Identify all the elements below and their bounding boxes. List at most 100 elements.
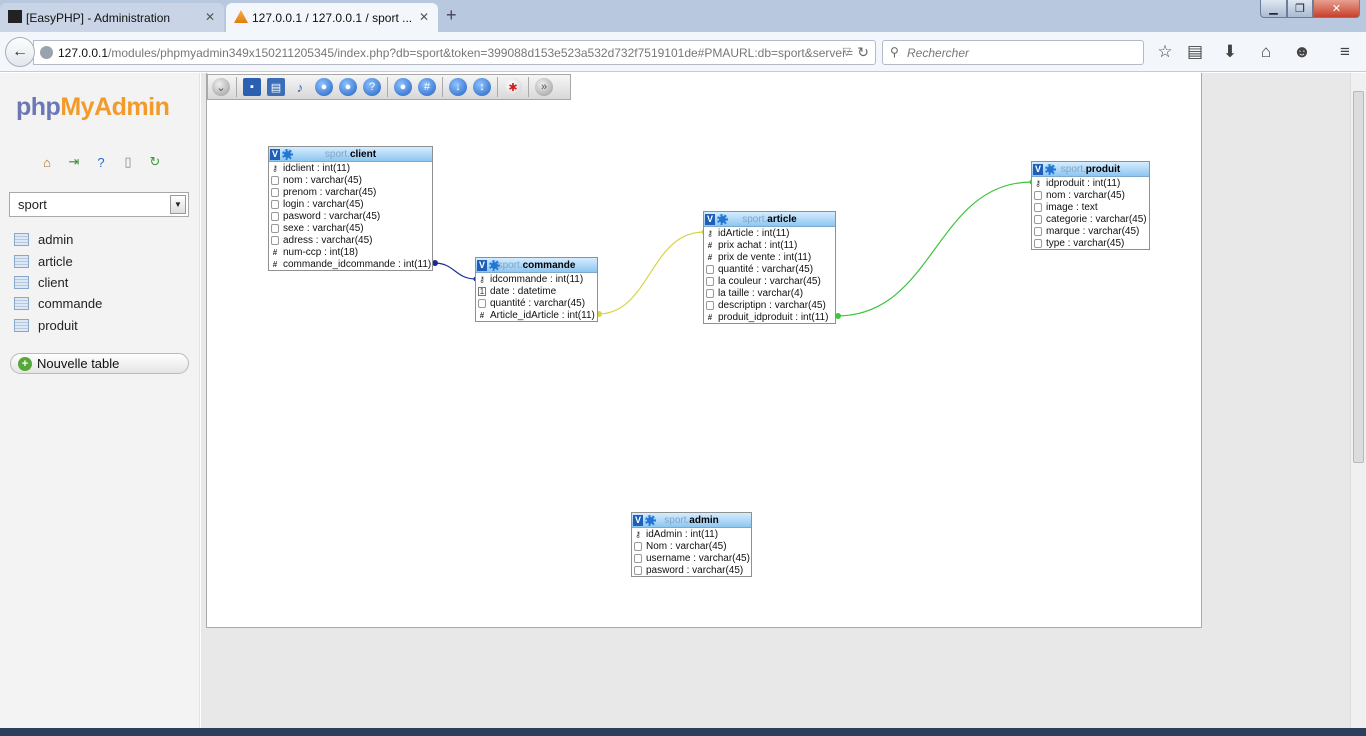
table-column[interactable]: sexe : varchar(45) <box>269 222 432 234</box>
table-column[interactable]: ⚷ idclient : int(11) <box>269 162 432 174</box>
social-smiley-icon[interactable]: ☻ <box>1291 42 1313 62</box>
sidebar-item-admin[interactable]: admin <box>14 229 102 250</box>
window-close-button[interactable]: ✕ <box>1313 0 1360 18</box>
text-column-icon <box>271 211 279 221</box>
table-header[interactable]: Vsport.commande <box>476 258 597 273</box>
menu-hamburger-icon[interactable]: ≡ <box>1334 42 1356 62</box>
table-header[interactable]: Vsport.article <box>704 212 835 227</box>
table-column[interactable]: nom : varchar(45) <box>269 174 432 186</box>
table-column[interactable]: marque : varchar(45) <box>1032 225 1149 237</box>
table-column[interactable]: la taille : varchar(4) <box>704 287 835 299</box>
table-header[interactable]: Vsport.admin <box>632 513 751 528</box>
numeric-column-icon: # <box>707 312 713 322</box>
toggle-small-big-icon[interactable]: ↕ <box>473 78 491 96</box>
scrollbar-thumb[interactable] <box>1353 91 1364 463</box>
toolbar-separator <box>497 77 498 97</box>
table-header[interactable]: Vsport.client <box>269 147 432 162</box>
help-icon[interactable]: ? <box>92 153 110 171</box>
table-column[interactable]: adress : varchar(45) <box>269 234 432 246</box>
table-column[interactable]: # Article_idArticle : int(11) <box>476 309 597 321</box>
numeric-column-icon: # <box>272 259 278 269</box>
documentation-icon[interactable]: ▯ <box>119 153 137 171</box>
table-column[interactable]: quantité : varchar(45) <box>704 263 835 275</box>
toggle-relation-lines-icon[interactable]: » <box>535 78 553 96</box>
snap-to-grid-icon[interactable]: # <box>418 78 436 96</box>
reload-icon[interactable]: ● <box>315 78 333 96</box>
table-column[interactable]: # prix de vente : int(11) <box>704 251 835 263</box>
sidebar-item-article[interactable]: article <box>14 250 102 271</box>
column-label: quantité : varchar(45) <box>490 297 586 309</box>
sidebar-item-client[interactable]: client <box>14 272 102 293</box>
relation-help-icon[interactable]: ● <box>339 78 357 96</box>
search-input[interactable]: ⚲ Rechercher <box>882 40 1144 65</box>
table-column[interactable]: quantité : varchar(45) <box>476 297 597 309</box>
table-column[interactable]: descriptipn : varchar(45) <box>704 299 835 311</box>
table-column[interactable]: nom : varchar(45) <box>1032 189 1149 201</box>
text-column-icon <box>1034 226 1042 236</box>
bookmark-star-icon[interactable]: ☆ <box>1154 42 1176 62</box>
new-table-button[interactable]: + Nouvelle table <box>10 353 189 374</box>
table-column[interactable]: ⚷ idcommande : int(11) <box>476 273 597 285</box>
window-maximize-button[interactable]: ❐ <box>1287 0 1313 18</box>
address-bar[interactable]: 127.0.0.1/modules/phpmyadmin349x15021120… <box>33 40 876 65</box>
table-column[interactable]: Nom : varchar(45) <box>632 540 751 552</box>
table-title: sport.produit <box>1032 164 1149 175</box>
table-column[interactable]: ⚷ idArticle : int(11) <box>704 227 835 239</box>
table-column[interactable]: 1 date : datetime <box>476 285 597 297</box>
table-title: sport.article <box>704 214 835 225</box>
logout-icon[interactable]: ⇥ <box>65 153 83 171</box>
table-column[interactable]: la couleur : varchar(45) <box>704 275 835 287</box>
table-column[interactable]: ⚷ idproduit : int(11) <box>1032 177 1149 189</box>
designer-table-admin[interactable]: Vsport.admin ⚷ idAdmin : int(11) Nom : varc… <box>631 512 752 577</box>
home-icon[interactable]: ⌂ <box>1255 42 1277 62</box>
tab-phpmyadmin[interactable]: 127.0.0.1 / 127.0.0.1 / sport ... ✕ <box>226 3 438 32</box>
designer-table-commande[interactable]: Vsport.commande ⚷ idcommande : int(11) 1 dat… <box>475 257 598 322</box>
tab-close-icon[interactable]: ✕ <box>205 10 215 24</box>
table-column[interactable]: pasword : varchar(45) <box>632 564 751 576</box>
table-column[interactable]: # prix achat : int(11) <box>704 239 835 251</box>
reload-navigation-icon[interactable]: ↻ <box>146 153 164 171</box>
table-column[interactable]: login : varchar(45) <box>269 198 432 210</box>
url-dropdown-icon[interactable]: ▽ <box>843 45 851 58</box>
table-column[interactable]: image : text <box>1032 201 1149 213</box>
tab-close-icon[interactable]: ✕ <box>419 10 429 24</box>
create-pdf-pages-icon[interactable]: ▤ <box>267 78 285 96</box>
chevron-down-icon[interactable]: ▼ <box>170 195 186 214</box>
sidebar-item-produit[interactable]: produit <box>14 315 102 336</box>
table-column[interactable]: prenom : varchar(45) <box>269 186 432 198</box>
table-column[interactable]: # commande_idcommande : int(11) <box>269 258 432 270</box>
table-column[interactable]: ⚷ idAdmin : int(11) <box>632 528 751 540</box>
reload-icon[interactable]: ↻ <box>857 44 869 61</box>
database-select[interactable]: sport ▼ <box>9 192 189 217</box>
table-column[interactable]: pasword : varchar(45) <box>269 210 432 222</box>
table-header[interactable]: Vsport.produit <box>1032 162 1149 177</box>
small-big-all-icon[interactable]: ↓ <box>449 78 467 96</box>
tab-easyphp[interactable]: [EasyPHP] - Administration ✕ <box>0 3 224 32</box>
phpmyadmin-logo[interactable]: phpMyAdmin <box>16 93 170 122</box>
designer-table-article[interactable]: Vsport.article ⚷ idArticle : int(11) # prix … <box>703 211 836 324</box>
angular-links-icon[interactable]: ● <box>394 78 412 96</box>
window-minimize-button[interactable]: ▁ <box>1260 0 1287 18</box>
save-position-icon[interactable]: ▪ <box>243 78 261 96</box>
new-tab-plus-icon[interactable]: + <box>446 5 457 26</box>
create-relation-icon[interactable]: ♪ <box>291 78 309 96</box>
search-icon: ⚲ <box>890 45 899 59</box>
table-column[interactable]: # num-ccp : int(18) <box>269 246 432 258</box>
table-column[interactable]: # produit_idproduit : int(11) <box>704 311 835 323</box>
table-column[interactable]: categorie : varchar(45) <box>1032 213 1149 225</box>
home-icon[interactable]: ⌂ <box>38 153 56 171</box>
numeric-column-icon: # <box>707 252 713 262</box>
toggle-menu-icon[interactable]: ⌄ <box>212 78 230 96</box>
table-column[interactable]: type : varchar(45) <box>1032 237 1149 249</box>
table-column[interactable]: username : varchar(45) <box>632 552 751 564</box>
help-icon[interactable]: ? <box>363 78 381 96</box>
designer-table-client[interactable]: Vsport.client ⚷ idclient : int(11) nom : va… <box>268 146 433 271</box>
sidebar-item-commande[interactable]: commande <box>14 293 102 314</box>
reading-list-icon[interactable]: ▤ <box>1184 42 1206 62</box>
export-pdf-icon[interactable]: ✱ <box>504 78 522 96</box>
designer-table-produit[interactable]: Vsport.produit ⚷ idproduit : int(11) nom : … <box>1031 161 1150 250</box>
back-button[interactable]: ← <box>5 37 35 67</box>
vertical-scrollbar[interactable] <box>1350 73 1366 728</box>
column-label: sexe : varchar(45) <box>283 222 364 234</box>
download-icon[interactable]: ⬇ <box>1219 42 1241 62</box>
